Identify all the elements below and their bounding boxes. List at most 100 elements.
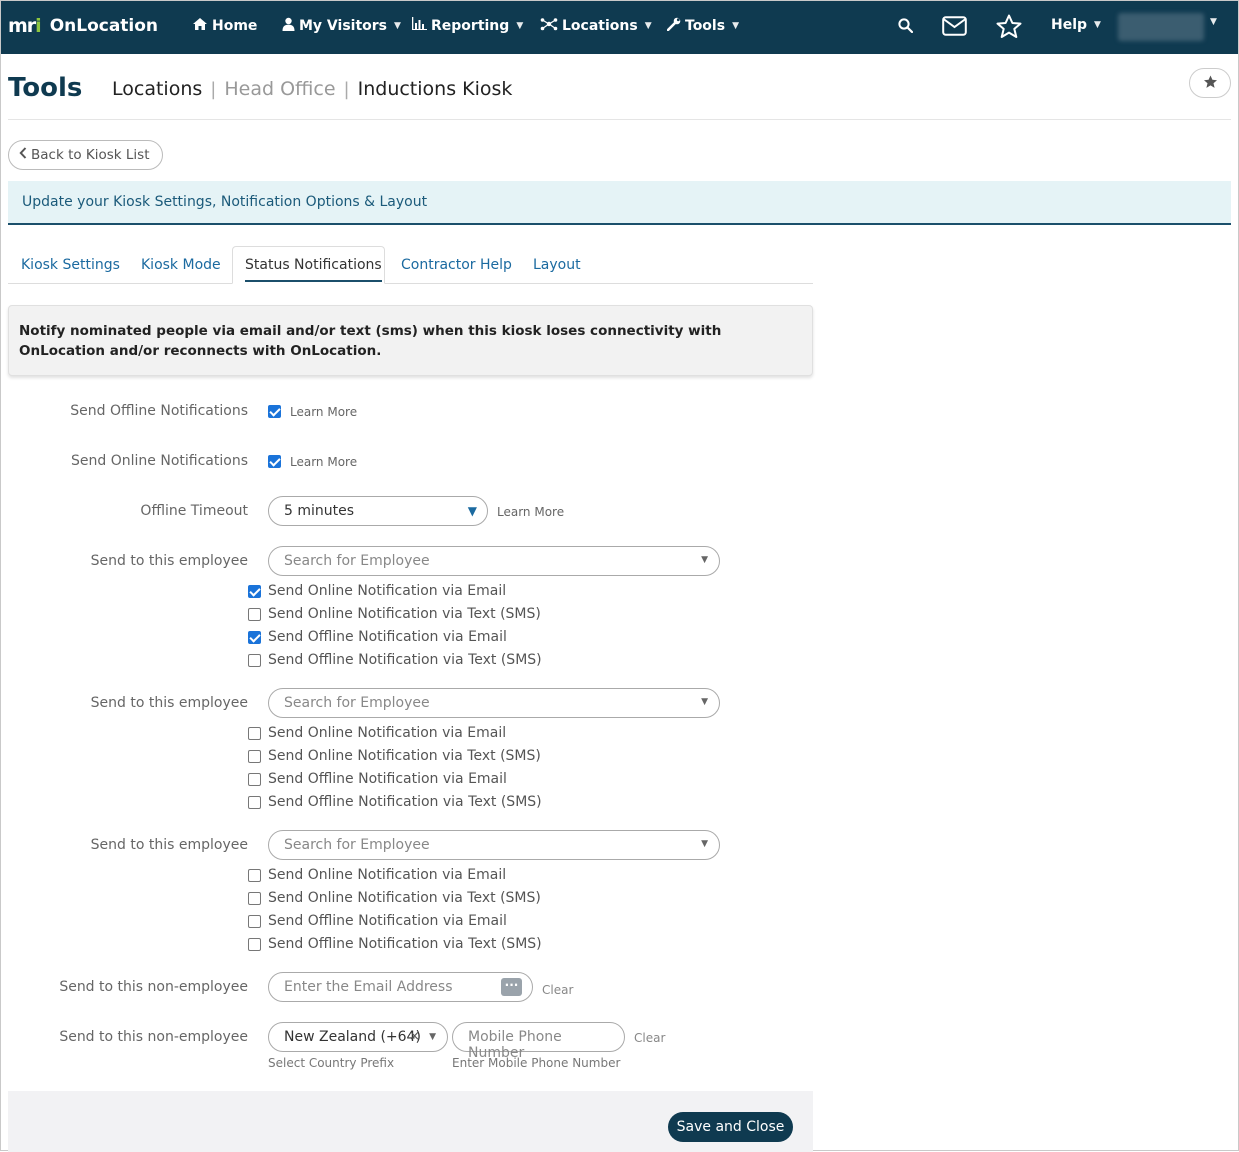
non-employee-email-input[interactable]: Enter the Email Address ···	[268, 972, 533, 1002]
breadcrumb-separator: |	[343, 78, 350, 100]
employee-label: Send to this employee	[90, 695, 248, 711]
breadcrumb-locations[interactable]: Locations	[112, 78, 202, 100]
offline-timeout-select[interactable]: 5 minutes ▼	[268, 496, 488, 526]
nav-help[interactable]: Help ▼	[1051, 17, 1101, 33]
page-title: Tools	[8, 73, 83, 103]
option-label: Send Offline Notification via Text (SMS)	[268, 936, 542, 952]
option-label: Send Online Notification via Text (SMS)	[268, 606, 541, 622]
nav-tools[interactable]: Tools ▼	[666, 17, 739, 35]
header-divider	[8, 119, 1231, 120]
clear-x-icon[interactable]: ×	[409, 1029, 420, 1044]
offline-notifications-label: Send Offline Notifications	[70, 403, 248, 419]
tab-kiosk-mode[interactable]: Kiosk Mode	[141, 246, 221, 284]
nav-locations-label: Locations	[562, 18, 638, 34]
favorite-button[interactable]	[1189, 68, 1231, 98]
caret-down-icon: ▼	[1094, 20, 1101, 30]
online-notifications-checkbox[interactable]	[268, 455, 281, 468]
nav-home-label: Home	[212, 18, 258, 34]
nav-reporting[interactable]: Reporting ▼	[412, 17, 523, 34]
online-notifications-label: Send Online Notifications	[71, 453, 248, 469]
tab-status-notifications-label: Status Notifications	[245, 257, 382, 282]
offline-timeout-value: 5 minutes	[284, 503, 355, 519]
caret-down-icon: ▼	[394, 21, 401, 31]
nav-reporting-label: Reporting	[431, 17, 510, 34]
employee-1-offline-sms-checkbox[interactable]	[248, 654, 261, 667]
option-label: Send Online Notification via Text (SMS)	[268, 890, 541, 906]
learn-more-link[interactable]: Learn More	[497, 505, 564, 519]
clear-email-link[interactable]: Clear	[542, 983, 573, 997]
tab-bar: Kiosk Settings Kiosk Mode Status Notific…	[8, 246, 813, 284]
nav-my-visitors[interactable]: My Visitors ▼	[282, 17, 401, 35]
offline-timeout-label: Offline Timeout	[140, 503, 248, 519]
caret-down-icon: ▼	[467, 504, 477, 518]
caret-down-icon: ▼	[644, 21, 652, 31]
option-label: Send Offline Notification via Email	[268, 629, 507, 645]
employee-search-select[interactable]: Search for Employee ▼	[268, 546, 720, 576]
country-prefix-hint: Select Country Prefix	[268, 1056, 395, 1070]
nav-locations[interactable]: Locations ▼	[540, 17, 652, 35]
tab-layout[interactable]: Layout	[533, 246, 581, 284]
caret-down-icon: ▼	[732, 21, 739, 31]
clear-phone-link[interactable]: Clear	[634, 1031, 665, 1045]
option-label: Send Offline Notification via Email	[268, 913, 507, 929]
back-to-kiosk-list-button[interactable]: Back to Kiosk List	[8, 140, 163, 170]
user-menu[interactable]	[1118, 13, 1204, 41]
email-placeholder: Enter the Email Address	[284, 979, 453, 995]
employee-2-online-email-checkbox[interactable]	[248, 727, 261, 740]
employee-3-offline-email-checkbox[interactable]	[248, 915, 261, 928]
breadcrumb-separator: |	[210, 78, 217, 100]
employee-3-online-email-checkbox[interactable]	[248, 869, 261, 882]
network-icon	[540, 17, 558, 35]
option-label: Send Online Notification via Email	[268, 583, 507, 599]
employee-2-offline-email-checkbox[interactable]	[248, 773, 261, 786]
nav-home[interactable]: Home	[192, 17, 257, 35]
star-icon[interactable]	[996, 14, 1022, 43]
mobile-phone-input[interactable]: Mobile Phone Number	[452, 1022, 625, 1061]
employee-label: Send to this employee	[90, 553, 248, 569]
tab-status-notifications[interactable]: Status Notifications	[232, 246, 385, 284]
employee-2-offline-sms-checkbox[interactable]	[248, 796, 261, 809]
caret-down-icon: ▼	[516, 20, 524, 31]
breadcrumb: Locations | Head Office | Inductions Kio…	[112, 78, 512, 100]
employee-3-offline-sms-checkbox[interactable]	[248, 938, 261, 951]
employee-search-placeholder: Search for Employee	[284, 837, 430, 853]
search-icon[interactable]	[898, 18, 914, 37]
tab-kiosk-settings[interactable]: Kiosk Settings	[21, 246, 120, 284]
employee-1-offline-email-checkbox[interactable]	[248, 631, 261, 644]
employee-search-placeholder: Search for Employee	[284, 553, 430, 569]
envelope-icon[interactable]	[942, 16, 967, 40]
caret-down-icon: ▼	[701, 555, 708, 565]
employee-1-online-sms-checkbox[interactable]	[248, 608, 261, 621]
mri-logo: mri	[8, 15, 42, 37]
employee-search-select[interactable]: Search for Employee ▼	[268, 830, 720, 860]
nav-my-visitors-label: My Visitors	[299, 18, 387, 34]
brand[interactable]: mri OnLocation	[8, 15, 158, 37]
wrench-icon	[666, 17, 681, 35]
save-and-close-button[interactable]: Save and Close	[668, 1112, 793, 1142]
employee-search-placeholder: Search for Employee	[284, 695, 430, 711]
breadcrumb-inductions-kiosk: Inductions Kiosk	[357, 78, 513, 100]
employee-1-online-email-checkbox[interactable]	[248, 585, 261, 598]
learn-more-link[interactable]: Learn More	[290, 455, 357, 469]
tab-contractor-help[interactable]: Contractor Help	[401, 246, 512, 284]
learn-more-link[interactable]: Learn More	[290, 405, 357, 419]
option-label: Send Online Notification via Email	[268, 725, 507, 741]
employee-3-online-sms-checkbox[interactable]	[248, 892, 261, 905]
employee-search-select[interactable]: Search for Employee ▼	[268, 688, 720, 718]
option-label: Send Offline Notification via Text (SMS)	[268, 652, 542, 668]
employee-2-online-sms-checkbox[interactable]	[248, 750, 261, 763]
option-label: Send Online Notification via Email	[268, 867, 507, 883]
user-menu-caret[interactable]: ▼	[1207, 17, 1217, 27]
info-bar: Update your Kiosk Settings, Notification…	[8, 181, 1231, 225]
offline-notifications-checkbox[interactable]	[268, 405, 281, 418]
nav-tools-label: Tools	[685, 18, 726, 34]
country-prefix-value: New Zealand (+64)	[284, 1029, 421, 1045]
home-icon	[192, 17, 208, 35]
breadcrumb-head-office[interactable]: Head Office	[224, 78, 335, 100]
country-prefix-select[interactable]: New Zealand (+64) × ▼	[268, 1022, 448, 1052]
user-icon	[282, 17, 295, 35]
caret-down-icon: ▼	[1210, 17, 1217, 27]
back-button-label: Back to Kiosk List	[31, 147, 150, 163]
more-options-icon[interactable]: ···	[501, 978, 522, 996]
caret-down-icon: ▼	[701, 697, 708, 707]
